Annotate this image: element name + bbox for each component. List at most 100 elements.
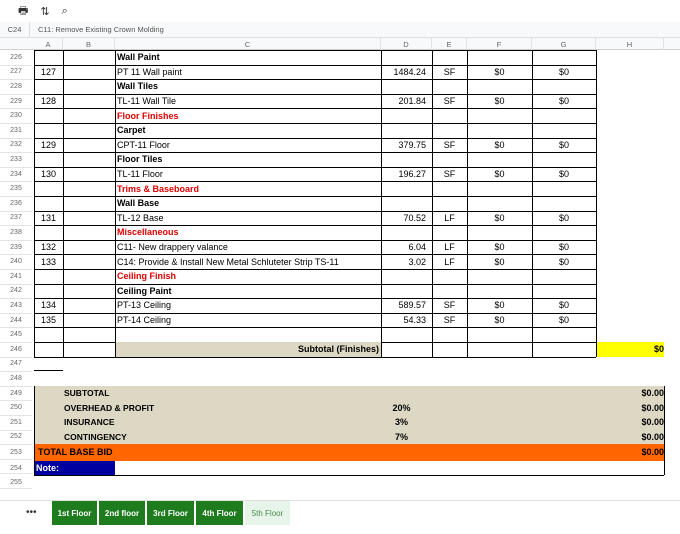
cell-quantity[interactable]: 379.75 (381, 138, 426, 153)
cell-unit-price[interactable]: $0 (467, 313, 532, 328)
cell-unit[interactable]: LF (432, 254, 467, 269)
cell-a[interactable] (41, 181, 69, 196)
cell-total[interactable]: $0 (532, 313, 596, 328)
cell-description[interactable]: Wall Base (117, 196, 379, 211)
sort-icon[interactable]: ⇅ (40, 5, 49, 18)
tab-2nd-floor[interactable]: 2nd floor (99, 501, 146, 525)
cell-a[interactable]: 129 (41, 138, 69, 153)
row-number[interactable]: 231 (0, 123, 32, 138)
cell-quantity[interactable]: 589.57 (381, 298, 426, 313)
column-header-e[interactable]: E (432, 38, 467, 50)
cell-a[interactable] (41, 79, 69, 94)
row-number[interactable]: 235 (0, 181, 32, 196)
cell-description[interactable]: TL-11 Floor (117, 167, 379, 182)
cell-a[interactable]: 135 (41, 313, 69, 328)
row-number[interactable]: 237 (0, 211, 32, 226)
cell-a[interactable]: 133 (41, 254, 69, 269)
cell-a[interactable] (41, 108, 69, 123)
cell-description[interactable]: PT 11 Wall paint (117, 65, 379, 80)
total-value[interactable]: $0.00 (596, 444, 664, 461)
cell-a[interactable]: 132 (41, 240, 69, 255)
cell-unit-price[interactable]: $0 (467, 240, 532, 255)
row-number[interactable]: 249 (0, 386, 32, 401)
sheet-grid[interactable]: 226 Wall Paint 227 127 PT 11 Wall paint 1484.… (0, 50, 680, 494)
cell-a[interactable] (41, 225, 69, 240)
tab-1st-floor[interactable]: 1st Floor (52, 501, 98, 525)
cell-description[interactable]: Carpet (117, 123, 379, 138)
summary-percent[interactable] (381, 386, 422, 401)
row-number[interactable]: 250 (0, 400, 32, 415)
row-number[interactable]: 247 (0, 357, 32, 372)
cell-quantity[interactable]: 201.84 (381, 94, 426, 109)
cell-quantity[interactable]: 70.52 (381, 211, 426, 226)
search-icon[interactable]: ⌕ (62, 5, 68, 18)
cell-description[interactable]: Wall Paint (117, 50, 379, 65)
cell-description[interactable]: Wall Tiles (117, 79, 379, 94)
summary-label[interactable]: INSURANCE (64, 415, 264, 430)
column-header-b[interactable]: B (63, 38, 115, 50)
cell-description[interactable]: CPT-11 Floor (117, 138, 379, 153)
cell-a[interactable] (41, 152, 69, 167)
cell-quantity[interactable]: 6.04 (381, 240, 426, 255)
row-number[interactable]: 252 (0, 430, 32, 445)
cell-a[interactable]: 130 (41, 167, 69, 182)
cell-reference[interactable]: C24 (0, 22, 30, 37)
row-number[interactable]: 234 (0, 167, 32, 182)
row-number[interactable]: 226 (0, 50, 32, 65)
cell-a[interactable] (41, 196, 69, 211)
sheet-menu-button[interactable]: ••• (26, 507, 37, 518)
cell-total[interactable]: $0 (532, 211, 596, 226)
cell-total[interactable]: $0 (532, 138, 596, 153)
cell-description[interactable]: Miscellaneous (117, 225, 379, 240)
cell-a[interactable] (41, 284, 69, 299)
row-number[interactable]: 236 (0, 196, 32, 211)
cell-a[interactable]: 134 (41, 298, 69, 313)
cell-total[interactable]: $0 (532, 167, 596, 182)
summary-value[interactable]: $0.00 (596, 415, 664, 430)
row-number[interactable]: 240 (0, 254, 32, 269)
summary-value[interactable]: $0.00 (596, 430, 664, 445)
row-number[interactable]: 244 (0, 313, 32, 328)
cell-description[interactable]: C14: Provide & Install New Metal Schlute… (117, 254, 379, 269)
cell-total[interactable]: $0 (532, 240, 596, 255)
summary-percent[interactable]: 3% (381, 415, 422, 430)
cell-unit[interactable]: LF (432, 240, 467, 255)
cell-quantity[interactable]: 1484.24 (381, 65, 426, 80)
cell-unit-price[interactable]: $0 (467, 254, 532, 269)
cell-a[interactable]: 128 (41, 94, 69, 109)
cell-description[interactable]: Floor Tiles (117, 152, 379, 167)
summary-value[interactable]: $0.00 (596, 400, 664, 415)
tab-4th-floor[interactable]: 4th Floor (196, 501, 244, 525)
cell-unit-price[interactable]: $0 (467, 138, 532, 153)
summary-percent[interactable]: 20% (381, 400, 422, 415)
row-number[interactable]: 239 (0, 240, 32, 255)
cell-quantity[interactable]: 54.33 (381, 313, 426, 328)
cell-quantity[interactable]: 196.27 (381, 167, 426, 182)
cell-unit-price[interactable]: $0 (467, 211, 532, 226)
note-label[interactable]: Note: (34, 460, 115, 476)
column-header-c[interactable]: C (115, 38, 381, 50)
cell-total[interactable]: $0 (532, 298, 596, 313)
row-number[interactable]: 229 (0, 94, 32, 109)
cell-unit-price[interactable]: $0 (467, 298, 532, 313)
cell-total[interactable]: $0 (532, 65, 596, 80)
cell-total[interactable]: $0 (532, 94, 596, 109)
row-number[interactable]: 233 (0, 152, 32, 167)
row-number[interactable]: 230 (0, 108, 32, 123)
tab-3rd-floor[interactable]: 3rd Floor (147, 501, 195, 525)
cell-description[interactable]: TL-12 Base (117, 211, 379, 226)
tab-5th-floor[interactable]: 5th Floor (245, 501, 291, 525)
row-number[interactable]: 245 (0, 327, 32, 342)
cell-a[interactable] (41, 327, 69, 342)
row-number[interactable]: 246 (0, 342, 32, 357)
cell-unit-price[interactable]: $0 (467, 65, 532, 80)
cell-a[interactable] (41, 50, 69, 65)
column-header-f[interactable]: F (467, 38, 532, 50)
column-header-a[interactable]: A (34, 38, 63, 50)
cell-description[interactable]: Floor Finishes (117, 108, 379, 123)
cell-description[interactable] (117, 327, 379, 342)
cell-unit[interactable]: SF (432, 65, 467, 80)
summary-value[interactable]: $0.00 (596, 386, 664, 401)
cell-description[interactable]: TL-11 Wall Tile (117, 94, 379, 109)
cell-unit-price[interactable]: $0 (467, 167, 532, 182)
